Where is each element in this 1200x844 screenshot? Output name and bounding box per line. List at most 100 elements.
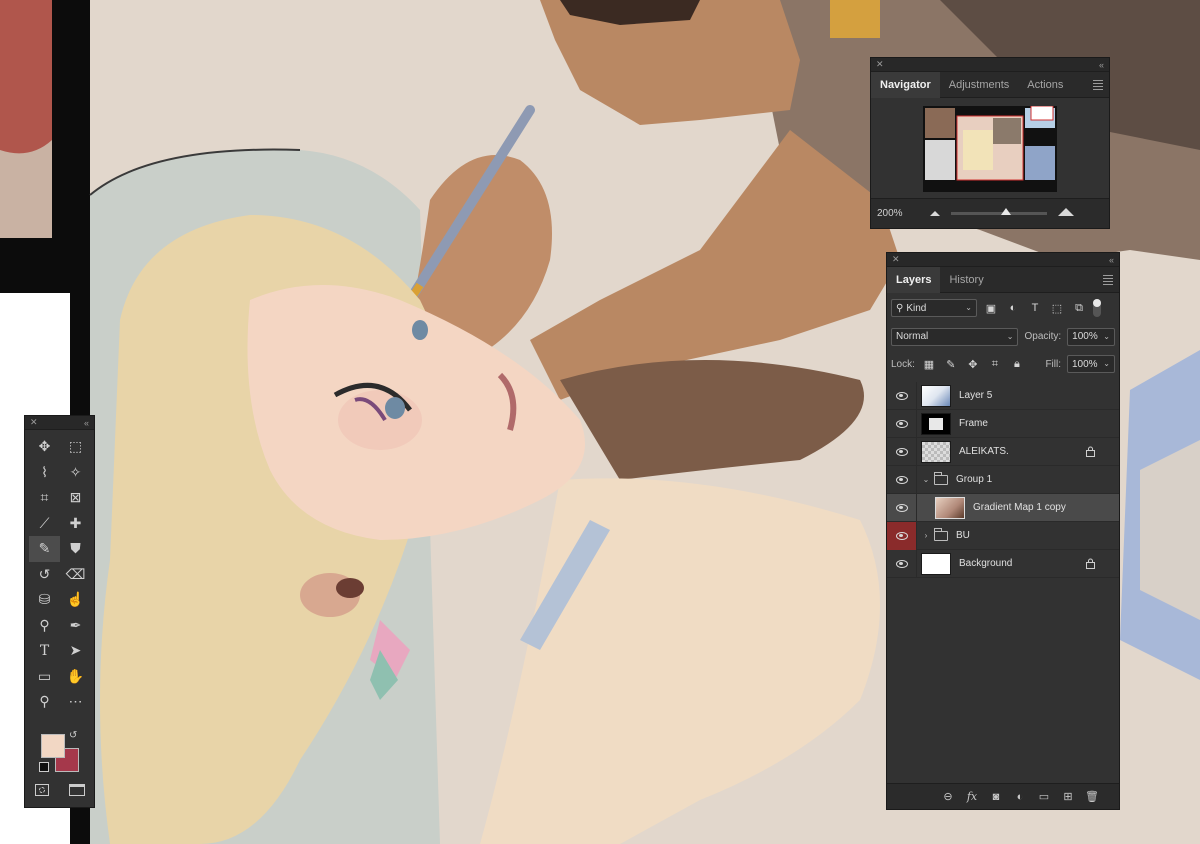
eraser-tool-icon[interactable]: ⌫ — [60, 562, 91, 588]
zoom-level[interactable]: 200% — [877, 208, 929, 219]
layer-name[interactable]: Frame — [959, 418, 988, 429]
opacity-value: 100% — [1072, 331, 1098, 342]
layer-row[interactable]: Gradient Map 1 copy — [887, 493, 1119, 522]
swap-colors-icon[interactable]: ↺ — [69, 730, 77, 741]
tab-adjustments[interactable]: Adjustments — [940, 72, 1019, 98]
filter-pixel-icon[interactable]: ▣ — [983, 300, 999, 316]
rotate-view-tool-icon[interactable]: ✋ — [60, 664, 91, 690]
zoom-out-icon[interactable] — [929, 208, 941, 220]
layer-filter-row: ⚲ Kind ⌄ ▣ ◐ T ⬚ ⧉ — [887, 293, 1119, 323]
delete-layer-icon[interactable]: 🗑︎ — [1085, 790, 1099, 804]
pen-tool-icon[interactable]: ✒ — [60, 613, 91, 639]
blend-mode-select[interactable]: Normal ⌄ — [891, 327, 1019, 346]
layer-name[interactable]: ALEIKATS. — [959, 446, 1009, 457]
screen-mode-icon[interactable] — [69, 784, 85, 796]
layer-row[interactable]: Frame — [887, 409, 1119, 438]
layer-group-row[interactable]: › BU — [887, 521, 1119, 550]
crop-tool-icon[interactable]: ⌗ — [29, 485, 60, 511]
eyedropper-tool-icon[interactable]: ⟋ — [29, 511, 60, 537]
new-group-icon[interactable]: ▭ — [1037, 790, 1051, 804]
filter-adjustment-icon[interactable]: ◐ — [1005, 300, 1021, 316]
move-tool-icon[interactable]: ✥ — [29, 434, 60, 460]
lock-position-icon[interactable]: ✥ — [965, 356, 981, 372]
lock-image-pixels-icon[interactable]: ✎ — [943, 356, 959, 372]
brush-tool-icon[interactable]: ✎ — [29, 536, 60, 562]
fill-input[interactable]: 100% ⌄ — [1067, 355, 1115, 373]
close-panel-icon[interactable]: ✕ — [892, 254, 900, 265]
visibility-toggle[interactable] — [887, 437, 917, 466]
lasso-tool-icon[interactable]: ⌇ — [29, 460, 60, 486]
chevron-down-icon[interactable]: ⌄ — [921, 475, 931, 484]
layer-row[interactable]: ALEIKATS. — [887, 437, 1119, 466]
chevron-down-icon: ⌄ — [1006, 331, 1014, 341]
quick-mask-icon[interactable] — [35, 784, 49, 796]
frame-tool-icon[interactable]: ⊠ — [60, 485, 91, 511]
rectangle-tool-icon[interactable]: ▭ — [29, 664, 60, 690]
visibility-toggle[interactable] — [887, 521, 917, 550]
layer-name[interactable]: Layer 5 — [959, 390, 992, 401]
eye-icon — [895, 391, 908, 400]
tab-actions[interactable]: Actions — [1018, 72, 1072, 98]
visibility-toggle[interactable] — [887, 493, 917, 522]
chevron-down-icon: ⌄ — [1103, 331, 1110, 341]
lock-artboard-icon[interactable]: ⌗ — [987, 356, 1003, 372]
magic-wand-tool-icon[interactable]: ✧ — [60, 460, 91, 486]
type-tool-icon[interactable]: T — [29, 638, 60, 664]
collapse-panel-icon[interactable]: « — [1099, 60, 1104, 70]
filter-kind-select[interactable]: ⚲ Kind ⌄ — [891, 299, 977, 317]
layer-row[interactable]: Layer 5 — [887, 381, 1119, 410]
dodge-tool-icon[interactable]: ⚲ — [29, 613, 60, 639]
tab-history[interactable]: History — [940, 267, 992, 293]
layer-name[interactable]: Group 1 — [956, 474, 992, 485]
visibility-toggle[interactable] — [887, 549, 917, 578]
visibility-toggle[interactable] — [887, 381, 917, 410]
healing-brush-tool-icon[interactable]: ✚ — [60, 511, 91, 537]
filter-shape-icon[interactable]: ⬚ — [1049, 300, 1065, 316]
toolbar-bottom-row — [29, 784, 91, 796]
close-panel-icon[interactable]: ✕ — [876, 59, 884, 70]
fill-label: Fill: — [1045, 358, 1061, 370]
smudge-tool-icon[interactable]: ☝ — [60, 587, 91, 613]
more-tools-icon[interactable]: ⋯ — [60, 689, 91, 715]
chevron-down-icon: ⌄ — [1103, 359, 1110, 368]
filter-toggle-switch[interactable] — [1093, 299, 1101, 317]
collapse-panel-icon[interactable]: « — [1109, 255, 1114, 265]
navigator-preview[interactable] — [923, 105, 1057, 192]
zoom-tool-icon[interactable]: ⚲ — [29, 689, 60, 715]
history-brush-tool-icon[interactable]: ↺ — [29, 562, 60, 588]
new-layer-icon[interactable]: ⊞ — [1061, 790, 1075, 804]
filter-smart-object-icon[interactable]: ⧉ — [1071, 300, 1087, 316]
zoom-slider-knob[interactable] — [1001, 208, 1011, 215]
panel-menu-icon[interactable] — [1097, 267, 1119, 293]
path-selection-tool-icon[interactable]: ➤ — [60, 638, 91, 664]
close-panel-icon[interactable]: ✕ — [30, 417, 38, 428]
visibility-toggle[interactable] — [887, 409, 917, 438]
panel-menu-icon[interactable] — [1087, 72, 1109, 98]
filter-type-icon[interactable]: T — [1027, 300, 1043, 316]
default-colors-icon[interactable] — [39, 762, 49, 772]
chevron-right-icon[interactable]: › — [921, 531, 931, 540]
layer-name[interactable]: BU — [956, 530, 970, 541]
add-mask-icon[interactable]: ◙ — [989, 790, 1003, 804]
opacity-input[interactable]: 100% ⌄ — [1067, 327, 1115, 346]
link-layers-icon[interactable]: ⊖ — [941, 790, 955, 804]
foreground-color-swatch[interactable] — [41, 734, 65, 758]
layer-name[interactable]: Background — [959, 558, 1012, 569]
zoom-slider[interactable] — [951, 208, 1047, 215]
lock-all-icon[interactable]: 🔒︎ — [1009, 356, 1025, 372]
paint-bucket-tool-icon[interactable]: ⛁ — [29, 587, 60, 613]
layer-name[interactable]: Gradient Map 1 copy — [973, 502, 1066, 513]
tab-layers[interactable]: Layers — [887, 266, 941, 293]
layer-style-fx-icon[interactable]: fx — [965, 790, 979, 804]
navigator-panel: ✕ « Navigator Adjustments Actions 200% — [870, 57, 1110, 229]
tab-navigator[interactable]: Navigator — [871, 71, 940, 98]
layer-row[interactable]: Background — [887, 549, 1119, 578]
marquee-tool-icon[interactable]: ⬚ — [60, 434, 91, 460]
adjustment-layer-icon[interactable]: ◐ — [1013, 790, 1027, 804]
visibility-toggle[interactable] — [887, 465, 917, 494]
zoom-in-icon[interactable] — [1057, 207, 1075, 220]
collapse-panel-icon[interactable]: « — [84, 418, 89, 428]
layer-group-row[interactable]: ⌄ Group 1 — [887, 465, 1119, 494]
lock-transparent-pixels-icon[interactable]: ▦ — [921, 356, 937, 372]
clone-stamp-tool-icon[interactable]: ⛊ — [60, 536, 91, 562]
